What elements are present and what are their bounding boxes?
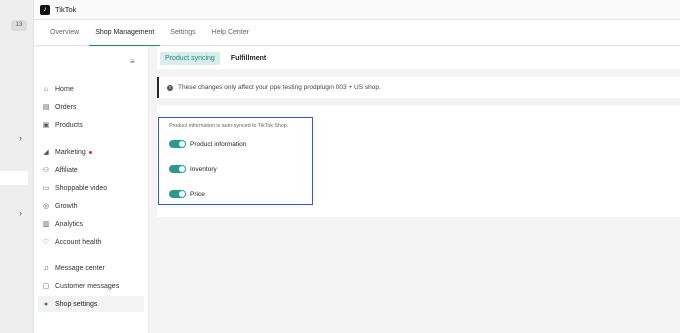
- sidebar-item-label: Customer messages: [55, 282, 120, 290]
- sidebar-item-home[interactable]: ⌂ Home: [38, 81, 144, 97]
- megaphone-icon: ◢: [43, 149, 49, 156]
- sidebar: ≡ ⌂ Home ▤ Orders ▣ Products ◢ Marketing…: [34, 47, 149, 333]
- inventory-toggle[interactable]: [169, 165, 186, 173]
- notice-text: These changes only affect your ppe testi…: [178, 84, 381, 91]
- toggle-label: Inventory: [190, 165, 217, 173]
- sidebar-item-label: Account health: [55, 238, 102, 246]
- toggle-row-inventory: Inventory: [169, 165, 217, 173]
- tab-product-syncing[interactable]: Product syncing: [160, 51, 220, 65]
- outer-nav-strip: 13 › ›: [0, 0, 34, 333]
- orders-icon: ▤: [42, 104, 50, 111]
- sidebar-item-label: Home: [55, 85, 74, 93]
- toggle-row-price: Price: [169, 190, 205, 198]
- sidebar-item-account-health[interactable]: ♡ Account health: [38, 234, 144, 250]
- tab-help-center[interactable]: Help Center: [204, 20, 257, 45]
- price-toggle[interactable]: [169, 190, 186, 198]
- shop-settings-icon: ●: [43, 300, 49, 308]
- sidebar-item-shop-settings[interactable]: ● Shop settings: [38, 296, 144, 312]
- sidebar-item-label: Orders: [55, 103, 77, 111]
- analytics-icon: ▥: [42, 221, 50, 228]
- sidebar-item-label: Marketing: [55, 148, 86, 156]
- sidebar-item-message-center[interactable]: ♫ Message center: [38, 260, 144, 276]
- growth-icon: ◎: [42, 203, 50, 210]
- sidebar-item-label: Growth: [55, 202, 78, 210]
- tab-overview[interactable]: Overview: [42, 20, 87, 45]
- expand-chevron-icon[interactable]: ›: [19, 208, 22, 218]
- expand-chevron-icon[interactable]: ›: [19, 133, 22, 143]
- sidebar-item-label: Analytics: [55, 220, 84, 228]
- collapse-menu-icon[interactable]: ≡: [130, 57, 137, 66]
- sidebar-item-analytics[interactable]: ▥ Analytics: [38, 216, 144, 232]
- toggle-label: Price: [190, 190, 205, 198]
- sidebar-item-marketing[interactable]: ◢ Marketing: [38, 144, 144, 160]
- affiliate-icon: ⚇: [42, 167, 50, 174]
- video-icon: ▭: [42, 185, 50, 192]
- sidebar-item-shoppable-video[interactable]: ▭ Shoppable video: [38, 180, 144, 196]
- account-health-icon: ♡: [42, 239, 50, 246]
- main-tab-bar: Overview Shop Management Settings Help C…: [34, 20, 680, 46]
- notification-dot: [88, 150, 92, 154]
- home-icon: ⌂: [43, 85, 49, 93]
- products-icon: ▣: [42, 122, 50, 129]
- sync-caption: Product information is auto-synced to Ti…: [169, 123, 289, 129]
- sidebar-item-label: Shop settings: [55, 300, 98, 308]
- info-icon: !: [167, 84, 173, 91]
- product-sync-panel: Product information is auto-synced to Ti…: [157, 105, 680, 217]
- sidebar-item-customer-messages[interactable]: ▢ Customer messages: [38, 278, 144, 294]
- outer-strip-active-item[interactable]: [0, 171, 28, 185]
- shop-notice-banner: ! These changes only affect your ppe tes…: [157, 77, 680, 98]
- product-information-toggle[interactable]: [169, 140, 186, 148]
- tab-shop-management[interactable]: Shop Management: [87, 20, 162, 46]
- sidebar-item-label: Products: [55, 121, 83, 129]
- toggle-label: Product information: [190, 140, 247, 148]
- sidebar-item-affiliate[interactable]: ⚇ Affiliate: [38, 162, 144, 178]
- bell-icon: ♫: [43, 264, 49, 272]
- tiktok-logo-icon: ♪: [40, 4, 50, 15]
- sidebar-item-label: Affiliate: [55, 166, 78, 174]
- notification-count-badge[interactable]: 13: [11, 20, 27, 31]
- app-title: TikTok: [55, 5, 77, 14]
- sidebar-item-label: Shoppable video: [55, 184, 108, 192]
- sidebar-item-products[interactable]: ▣ Products: [38, 117, 144, 133]
- app-header: ♪ TikTok: [34, 0, 680, 20]
- toggle-row-product-information: Product information: [169, 140, 246, 148]
- sidebar-item-label: Message center: [55, 264, 105, 272]
- chat-icon: ▢: [42, 283, 50, 290]
- sidebar-item-growth[interactable]: ◎ Growth: [38, 198, 144, 214]
- tab-settings[interactable]: Settings: [162, 20, 203, 45]
- settings-sub-tabs: Product syncing Fulfillment: [157, 47, 680, 69]
- sidebar-item-orders[interactable]: ▤ Orders: [38, 99, 144, 115]
- sync-options-box: Product information is auto-synced to Ti…: [158, 117, 313, 205]
- tab-fulfillment[interactable]: Fulfillment: [226, 52, 271, 65]
